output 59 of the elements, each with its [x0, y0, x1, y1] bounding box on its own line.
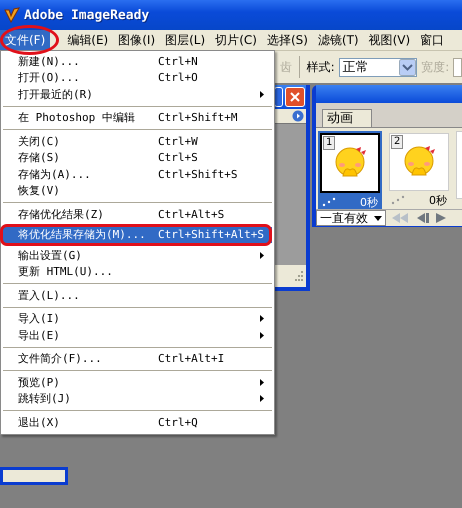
menu-item[interactable]: 恢复(V)	[3, 182, 272, 199]
menu-bar-item[interactable]: 编辑(E)	[62, 30, 114, 50]
width-field[interactable]	[453, 58, 462, 76]
menu-item[interactable]: 预览(P)	[3, 374, 272, 390]
arrow-right-icon	[292, 110, 304, 122]
panel-tab[interactable]: 动画	[322, 109, 372, 127]
submenu-arrow-icon	[260, 315, 264, 322]
submenu-arrow-icon	[260, 332, 264, 339]
menu-item[interactable]: 打开最近的(R)	[3, 86, 272, 102]
menu-item[interactable]: 导入(I)	[3, 310, 272, 327]
menu-item[interactable]: 输出设置(G)	[3, 247, 272, 264]
menu-item[interactable]: 新建(N)... Ctrl+N	[3, 53, 272, 70]
resize-grip-icon	[292, 270, 304, 282]
app-icon	[4, 7, 20, 23]
minimized-window[interactable]	[0, 467, 68, 485]
menu-item[interactable]: 将优化结果存储为(M)... Ctrl+Shift+Alt+S	[3, 226, 272, 243]
menu-item[interactable]: 文件简介(F)... Ctrl+Alt+I	[3, 350, 272, 367]
loop-dropdown[interactable]: 一直有效	[316, 210, 386, 226]
menu-item[interactable]: 跳转到(J)	[3, 390, 272, 407]
menu-bar-item[interactable]: 文件(F)	[0, 30, 50, 50]
menu-item[interactable]: 存储(S) Ctrl+S	[3, 150, 272, 166]
play-icon	[436, 213, 446, 223]
submenu-arrow-icon	[260, 395, 264, 402]
frame-number: 1	[323, 136, 336, 150]
close-icon	[290, 92, 300, 102]
frame-delay[interactable]: 0秒	[429, 192, 447, 208]
frame-delay[interactable]: 0秒	[360, 194, 378, 210]
menu-item[interactable]: 打开(O)... Ctrl+O	[3, 70, 272, 86]
first-frame-icon	[392, 213, 408, 223]
menu-item[interactable]: 关闭(C) Ctrl+W	[3, 133, 272, 150]
dots-icon	[322, 197, 336, 207]
submenu-arrow-icon	[260, 90, 264, 98]
close-button[interactable]	[285, 87, 305, 107]
option-label: 宽度:	[421, 58, 450, 76]
frame-number: 2	[391, 135, 404, 149]
option-label: 齿	[280, 58, 292, 76]
menu-item[interactable]: 置入(L)...	[3, 287, 272, 304]
menu-item[interactable]: 在 Photoshop 中编辑 Ctrl+Shift+M	[3, 110, 272, 126]
menu-bar-item[interactable]: 切片(C)	[210, 30, 262, 50]
menu-bar-item[interactable]: 图像(I)	[113, 30, 160, 50]
annotation-ellipse	[0, 25, 60, 55]
menu-bar-item[interactable]: 选择(S)	[262, 30, 313, 50]
window-title: Adobe ImageReady	[24, 8, 150, 22]
animation-frame[interactable]: 1 0秒	[318, 131, 382, 209]
menu-bar-item[interactable]: 窗口	[415, 30, 450, 50]
menu-item[interactable]: 退出(X) Ctrl+Q	[3, 414, 272, 430]
style-dropdown[interactable]: 正常	[338, 58, 418, 76]
option-label: 样式:	[306, 58, 335, 76]
menu-bar-item[interactable]: 视图(V)	[364, 30, 416, 50]
menu-bar-item[interactable]: 滤镜(T)	[312, 30, 364, 50]
menu-item[interactable]: 存储优化结果(Z) Ctrl+Alt+S	[3, 206, 272, 222]
caret-icon	[374, 216, 382, 220]
dots-icon	[391, 195, 405, 205]
submenu-arrow-icon	[260, 252, 264, 259]
submenu-arrow-icon	[260, 378, 264, 386]
menu-item[interactable]: 更新 HTML(U)...	[3, 264, 272, 280]
menu-item[interactable]: 存储为(A)... Ctrl+Shift+S	[3, 166, 272, 182]
menu-item[interactable]: 导出(E)	[3, 327, 272, 344]
menu-bar-item[interactable]: 图层(L)	[160, 30, 210, 50]
